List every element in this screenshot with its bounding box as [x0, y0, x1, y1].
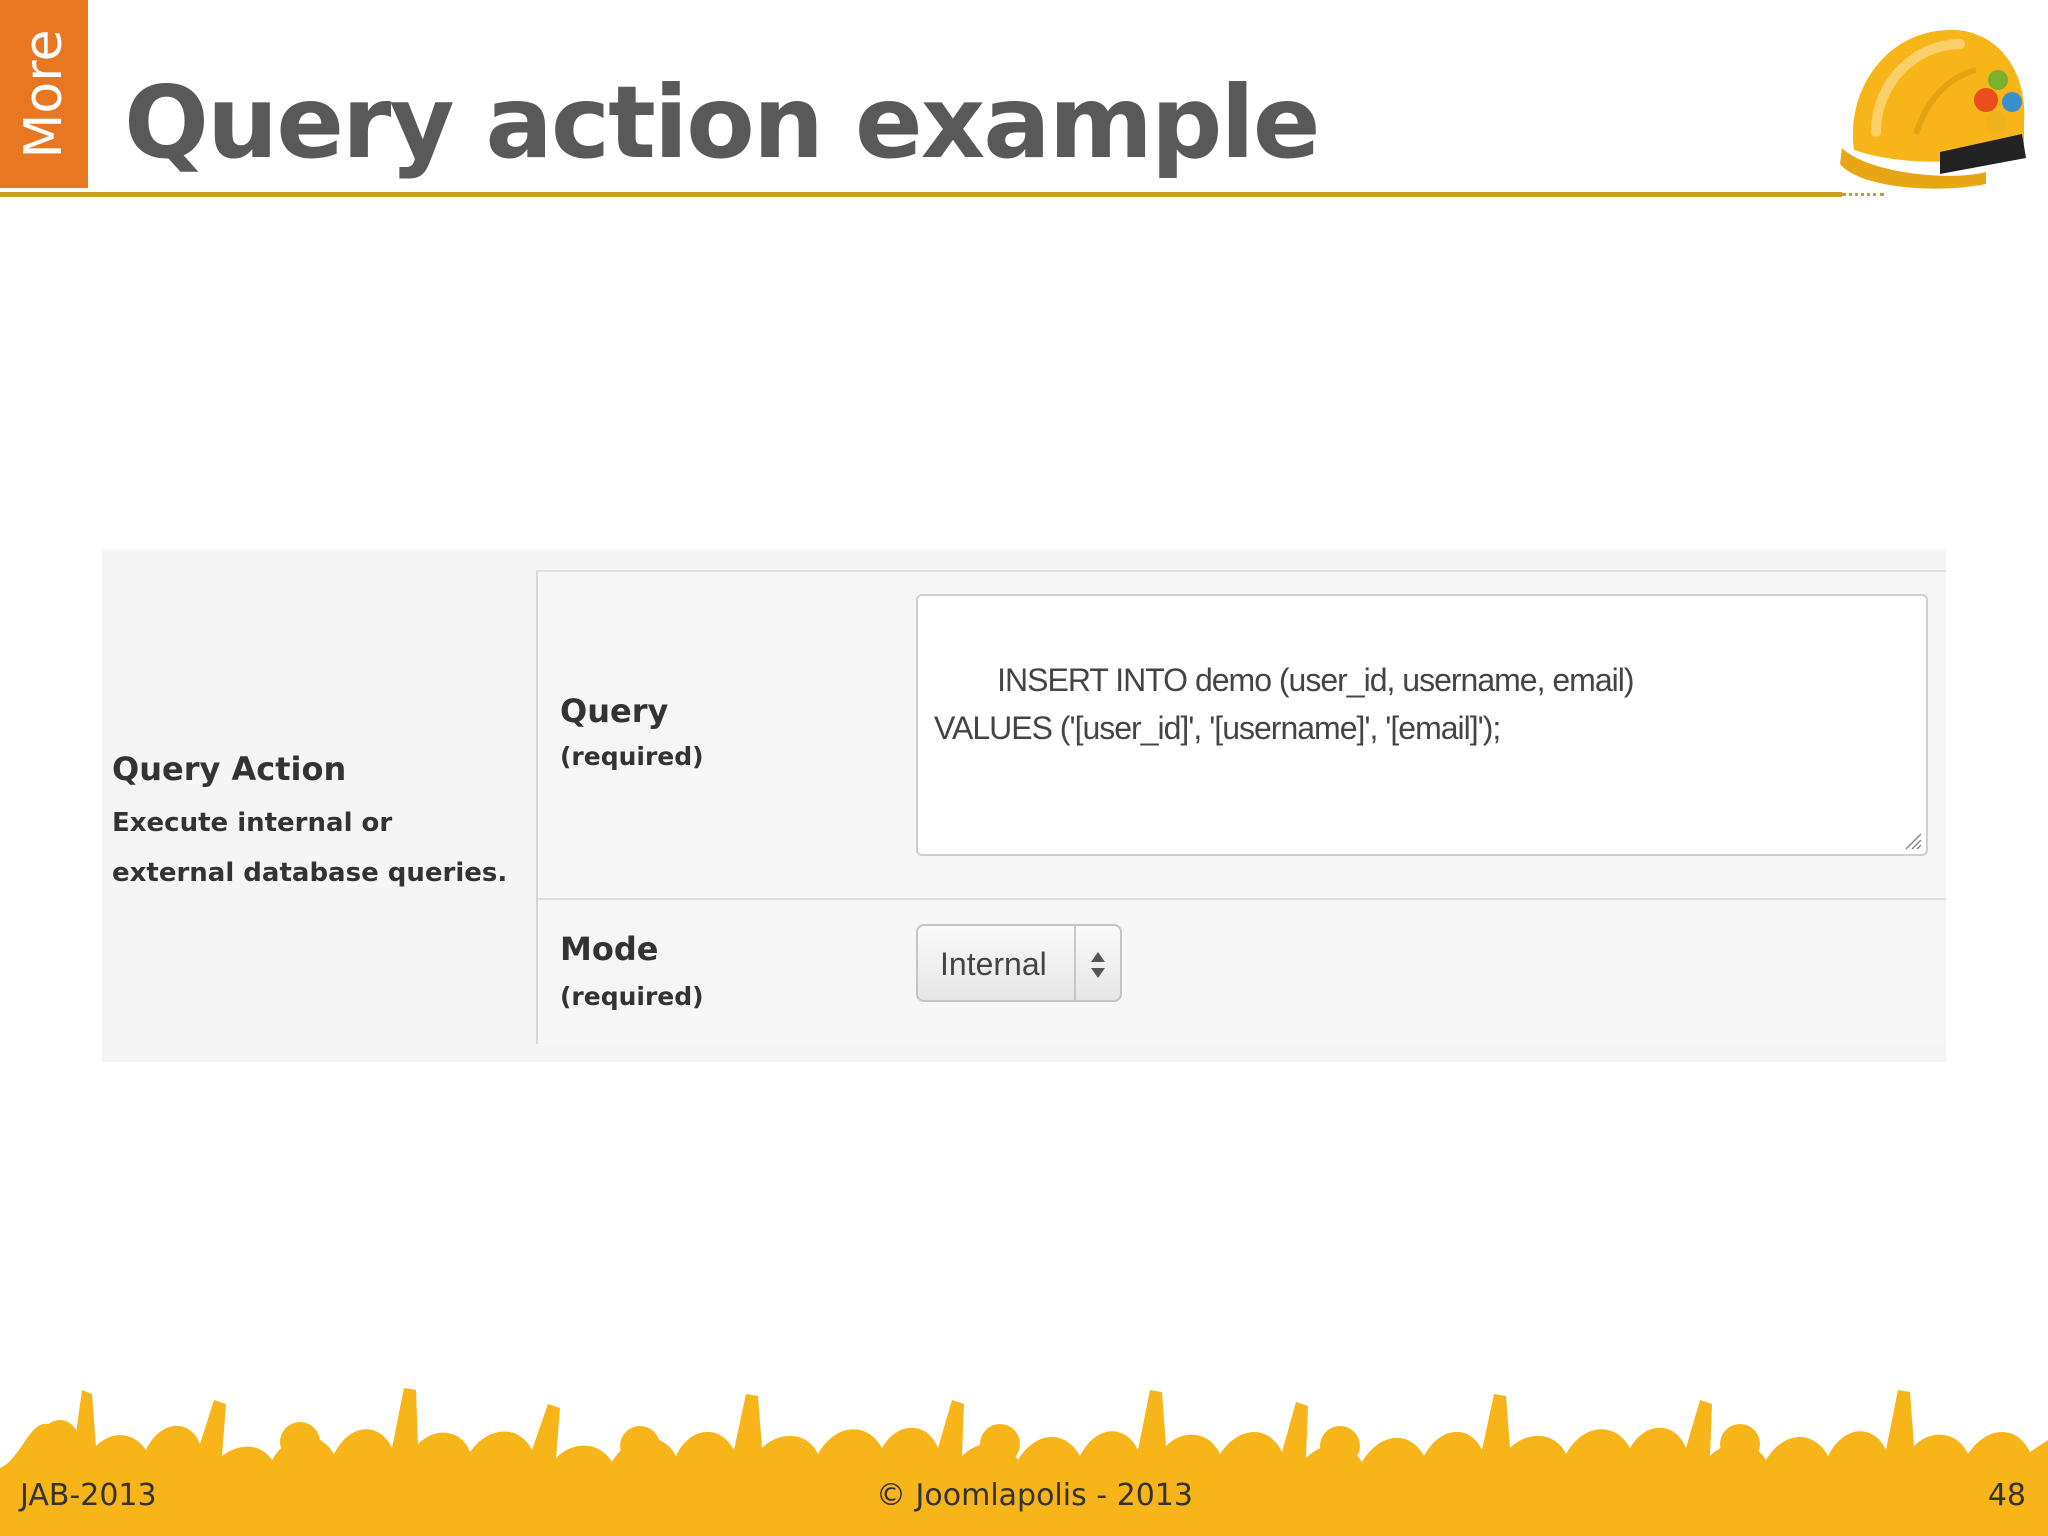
title-rule [0, 192, 1842, 197]
select-updown-icon [1091, 952, 1105, 978]
mode-required: (required) [560, 982, 704, 1011]
select-divider [1074, 926, 1076, 1000]
query-textarea[interactable]: INSERT INTO demo (user_id, username, ema… [916, 594, 1928, 856]
footer-copyright: © Joomlapolis - 2013 [876, 1478, 1193, 1513]
query-row: Query (required) INSERT INTO demo (user_… [538, 572, 1946, 900]
side-tab: More [0, 0, 88, 188]
page-number: 48 [1987, 1478, 2026, 1513]
query-label: Query [560, 692, 669, 730]
footer-left: JAB-2013 [20, 1478, 157, 1513]
page-title: Query action example [124, 64, 1321, 181]
resize-grip-icon[interactable] [1904, 832, 1922, 850]
query-action-panel: Query Action Execute internal or externa… [102, 550, 1946, 1062]
group-description: Execute internal or external database qu… [112, 808, 508, 888]
construction-helmet-icon [1840, 29, 2026, 189]
group-title: Query Action [112, 750, 347, 788]
query-required: (required) [560, 742, 704, 771]
form-rows: Query (required) INSERT INTO demo (user_… [536, 570, 1946, 1044]
mode-row: Mode (required) Internal [538, 900, 1946, 1044]
side-tab-label: More [14, 29, 74, 159]
mode-select[interactable]: Internal [916, 924, 1122, 1002]
mode-label: Mode [560, 930, 659, 968]
query-text: INSERT INTO demo (user_id, username, ema… [934, 662, 1634, 746]
mode-selected-value: Internal [940, 946, 1047, 982]
